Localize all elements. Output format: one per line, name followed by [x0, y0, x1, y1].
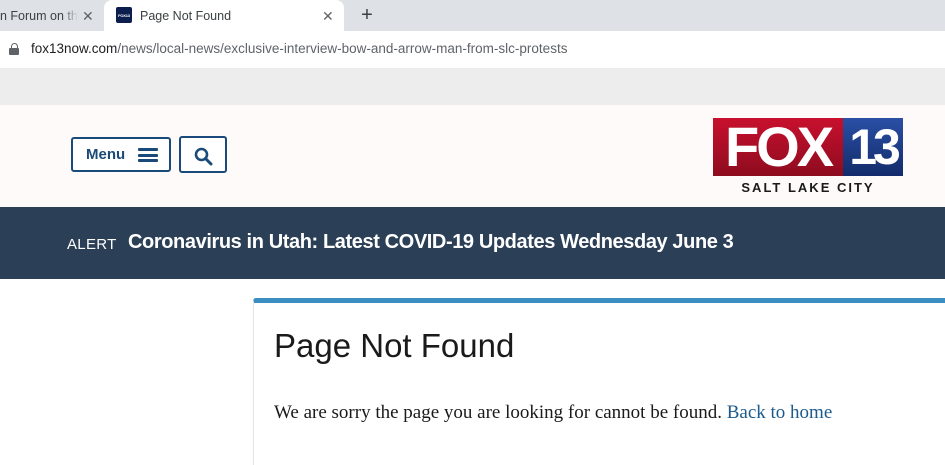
bookmarks-bar	[0, 68, 945, 105]
alert-headline-link[interactable]: Coronavirus in Utah: Latest COVID-19 Upd…	[128, 231, 734, 254]
browser-tab-strip: n Forum on th ✕ FOX13 Page Not Found ✕ +	[0, 0, 945, 31]
hamburger-icon	[138, 148, 158, 162]
close-tab-icon[interactable]: ✕	[322, 9, 334, 23]
site-header: Menu FOX 13 SALT LAKE CITY	[0, 105, 945, 207]
address-bar[interactable]: fox13now.com/news/local-news/exclusive-i…	[0, 31, 945, 68]
close-tab-icon[interactable]: ✕	[82, 9, 94, 23]
new-tab-button[interactable]: +	[357, 4, 377, 26]
tab-title: Page Not Found	[140, 8, 232, 23]
tab-title: n Forum on th	[0, 8, 78, 23]
fox13-favicon-icon: FOX13	[116, 7, 132, 23]
search-button[interactable]	[179, 136, 227, 173]
lock-icon[interactable]	[9, 43, 19, 55]
menu-label: Menu	[86, 146, 126, 163]
search-icon	[194, 147, 213, 166]
content-card: Page Not Found We are sorry the page you…	[253, 298, 945, 465]
fox13-logo[interactable]: FOX 13 SALT LAKE CITY	[713, 118, 905, 196]
alert-label: ALERT	[67, 236, 117, 253]
menu-button[interactable]: Menu	[71, 137, 171, 172]
browser-tab[interactable]: n Forum on th ✕	[0, 0, 103, 31]
back-to-home-link[interactable]: Back to home	[727, 402, 833, 423]
url-text[interactable]: fox13now.com/news/local-news/exclusive-i…	[31, 41, 567, 56]
page-title: Page Not Found	[274, 327, 515, 364]
browser-tab-active[interactable]: FOX13 Page Not Found ✕	[104, 0, 344, 31]
not-found-message: We are sorry the page you are looking fo…	[274, 402, 833, 423]
logo-fox-text: FOX	[713, 118, 843, 176]
logo-city-text: SALT LAKE CITY	[741, 180, 875, 195]
logo-number-text: 13	[843, 118, 903, 176]
alert-bar: ALERT Coronavirus in Utah: Latest COVID-…	[0, 207, 945, 279]
